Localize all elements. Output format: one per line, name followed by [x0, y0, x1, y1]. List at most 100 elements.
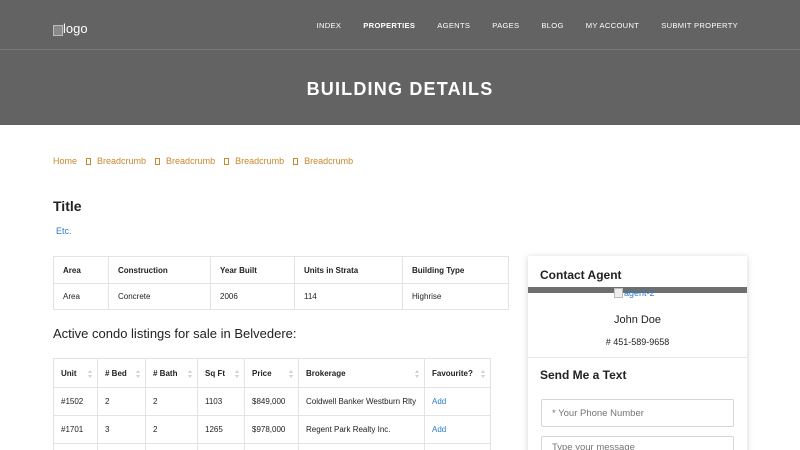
- sort-icon[interactable]: [481, 370, 486, 378]
- table-cell: [197, 443, 245, 450]
- table-cell: $978,000: [244, 415, 299, 444]
- sortable-header-price[interactable]: Price: [244, 358, 299, 388]
- table-cell: 114: [294, 283, 403, 310]
- header-label: Unit: [61, 368, 77, 378]
- building-info-table: Area Construction Year Built Units in St…: [53, 256, 509, 310]
- table-cell: [53, 443, 98, 450]
- main-nav: INDEX PROPERTIES AGENTS PAGES BLOG MY AC…: [295, 0, 738, 50]
- header-label: Favourite?: [432, 368, 473, 378]
- header-label: # Bed: [105, 368, 127, 378]
- table-cell: Add: [424, 387, 491, 416]
- contact-agent-title: Contact Agent: [540, 268, 622, 282]
- sort-icon[interactable]: [289, 370, 294, 378]
- nav-submit-property[interactable]: SUBMIT PROPERTY: [661, 21, 738, 30]
- nav-agents[interactable]: AGENTS: [437, 21, 470, 30]
- breadcrumb-separator-icon: [86, 157, 92, 165]
- table-header-row: Area Construction Year Built Units in St…: [53, 256, 509, 284]
- header-label: Sq Ft: [205, 368, 225, 378]
- column-header-units-in-strata: Units in Strata: [294, 256, 403, 284]
- breadcrumb-item[interactable]: Breadcrumb: [304, 156, 353, 166]
- etc-link[interactable]: Etc.: [56, 226, 72, 236]
- agent-image: agent-2: [614, 288, 655, 298]
- table-row: [53, 443, 491, 450]
- breadcrumb-home[interactable]: Home: [53, 156, 77, 166]
- agent-name: John Doe: [613, 314, 662, 326]
- page-title: BUILDING DETAILS: [306, 79, 494, 99]
- table-cell: Concrete: [108, 283, 211, 310]
- table-cell: [97, 443, 146, 450]
- sort-icon[interactable]: [235, 370, 240, 378]
- logo-alt-text: logo: [63, 21, 88, 36]
- sort-icon[interactable]: [415, 370, 420, 378]
- table-header-row: Unit # Bed # Bath Sq Ft Price Brokerage …: [53, 358, 491, 388]
- table-cell: 2: [145, 415, 198, 444]
- add-favourite-link[interactable]: Add: [432, 397, 446, 406]
- sortable-header-bath[interactable]: # Bath: [145, 358, 198, 388]
- column-header-year-built: Year Built: [210, 256, 295, 284]
- sortable-header-bed[interactable]: # Bed: [97, 358, 146, 388]
- header-label: Price: [252, 368, 272, 378]
- header-label: Brokerage: [306, 368, 346, 378]
- sortable-header-sqft[interactable]: Sq Ft: [197, 358, 245, 388]
- table-cell: [145, 443, 198, 450]
- table-cell: [244, 443, 299, 450]
- nav-my-account[interactable]: MY ACCOUNT: [586, 21, 640, 30]
- sort-icon[interactable]: [88, 370, 93, 378]
- table-cell: #1502: [53, 387, 98, 416]
- table-cell: Regent Park Realty Inc.: [298, 415, 425, 444]
- sortable-header-favourite[interactable]: Favourite?: [424, 358, 491, 388]
- breadcrumb-item[interactable]: Breadcrumb: [235, 156, 284, 166]
- table-cell: 2006: [210, 283, 295, 310]
- divider: [528, 357, 747, 358]
- table-row: #1701 3 2 1265 $978,000 Regent Park Real…: [53, 415, 491, 444]
- phone-number-input[interactable]: [541, 399, 734, 427]
- listings-table: Unit # Bed # Bath Sq Ft Price Brokerage …: [53, 358, 491, 450]
- page-header: logo INDEX PROPERTIES AGENTS PAGES BLOG …: [0, 0, 800, 125]
- column-header-building-type: Building Type: [402, 256, 509, 284]
- message-textarea[interactable]: [541, 436, 734, 450]
- table-cell: 1103: [197, 387, 245, 416]
- breadcrumb-item[interactable]: Breadcrumb: [166, 156, 215, 166]
- table-cell: 1265: [197, 415, 245, 444]
- column-header-construction: Construction: [108, 256, 211, 284]
- table-row: Area Concrete 2006 114 Highrise: [53, 283, 509, 310]
- sortable-header-brokerage[interactable]: Brokerage: [298, 358, 425, 388]
- contact-agent-panel: Contact Agent agent-2 John Doe # 451-589…: [528, 256, 747, 450]
- table-cell: 2: [145, 387, 198, 416]
- send-text-title: Send Me a Text: [540, 368, 627, 382]
- nav-blog[interactable]: BLOG: [541, 21, 563, 30]
- column-header-area: Area: [53, 256, 109, 284]
- table-cell: $849,000: [244, 387, 299, 416]
- sort-icon[interactable]: [188, 370, 193, 378]
- content-title: Title: [53, 198, 82, 214]
- agent-phone: # 451-589-9658: [605, 337, 670, 347]
- broken-image-icon: [614, 288, 623, 298]
- sort-icon[interactable]: [136, 370, 141, 378]
- nav-index[interactable]: INDEX: [317, 21, 342, 30]
- breadcrumb: Home Breadcrumb Breadcrumb Breadcrumb Br…: [53, 156, 353, 166]
- breadcrumb-item[interactable]: Breadcrumb: [97, 156, 146, 166]
- nav-pages[interactable]: PAGES: [492, 21, 519, 30]
- table-cell: [298, 443, 425, 450]
- agent-image-alt: agent-2: [624, 288, 655, 298]
- table-cell: Add: [424, 415, 491, 444]
- table-cell: 3: [97, 415, 146, 444]
- table-cell: 2: [97, 387, 146, 416]
- broken-image-icon: [53, 25, 63, 36]
- table-cell: [424, 443, 491, 450]
- table-cell: Highrise: [402, 283, 509, 310]
- table-cell: Coldwell Banker Westburn Rlty: [298, 387, 425, 416]
- breadcrumb-separator-icon: [155, 157, 161, 165]
- top-navigation-bar: logo INDEX PROPERTIES AGENTS PAGES BLOG …: [0, 0, 800, 50]
- table-cell: #1701: [53, 415, 98, 444]
- breadcrumb-separator-icon: [293, 157, 299, 165]
- nav-properties[interactable]: PROPERTIES: [363, 21, 415, 30]
- logo[interactable]: logo: [53, 17, 88, 36]
- listings-title: Active condo listings for sale in Belved…: [53, 326, 297, 341]
- breadcrumb-separator-icon: [224, 157, 230, 165]
- add-favourite-link[interactable]: Add: [432, 425, 446, 434]
- table-row: #1502 2 2 1103 $849,000 Coldwell Banker …: [53, 387, 491, 416]
- sortable-header-unit[interactable]: Unit: [53, 358, 98, 388]
- table-cell: Area: [53, 283, 109, 310]
- header-label: # Bath: [153, 368, 178, 378]
